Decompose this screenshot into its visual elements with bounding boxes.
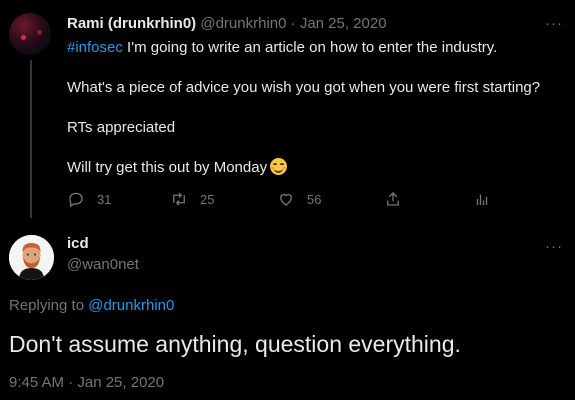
avatar-portrait-image — [9, 235, 54, 280]
avatar-detail — [37, 30, 42, 35]
like-button[interactable]: 56 — [277, 190, 321, 208]
tweet-line-2: What's a piece of advice you wish you go… — [67, 79, 541, 96]
tweet-line-3: RTs appreciated — [67, 119, 176, 136]
tweet-text-rest: I'm going to write an article on how to … — [122, 39, 498, 56]
share-button[interactable] — [384, 190, 402, 208]
analytics-icon — [476, 194, 488, 205]
replying-to-mention[interactable]: @drunkrhin0 — [88, 297, 174, 314]
reply-author-handle[interactable]: @wan0net — [67, 255, 139, 275]
reply-author-avatar[interactable] — [9, 235, 54, 280]
smiling-face-icon — [270, 158, 288, 175]
tweet-line-1: #infosec I'm going to write an article o… — [67, 38, 557, 58]
replying-to-prefix: Replying to — [9, 297, 89, 314]
retweet-count: 25 — [200, 191, 215, 207]
thread-connector-line — [30, 60, 32, 218]
heart-icon — [280, 193, 292, 206]
author-name[interactable]: Rami (drunkrhin0) — [67, 15, 196, 32]
retweet-icon — [173, 192, 185, 206]
reply-count: 31 — [97, 191, 112, 207]
reply-tweet[interactable]: icd @wan0net ··· Replying to @drunkrhin0… — [0, 222, 575, 400]
retweet-button[interactable]: 25 — [170, 190, 214, 208]
tweet-actions: 31 25 56 — [67, 190, 497, 210]
hashtag-link[interactable]: #infosec — [67, 39, 123, 56]
tweet-date[interactable]: Jan 25, 2020 — [300, 15, 387, 32]
dot-separator: · — [290, 15, 296, 32]
more-options-icon[interactable]: ··· — [545, 16, 563, 31]
tweet-header: Rami (drunkrhin0) @drunkrhin0 · Jan 25, … — [67, 14, 387, 34]
reply-button[interactable]: 31 — [67, 190, 111, 208]
tweet-body: #infosec I'm going to write an article o… — [67, 38, 557, 178]
share-icon — [387, 192, 399, 206]
author-avatar[interactable] — [9, 13, 51, 55]
reply-author-name[interactable]: icd — [67, 234, 89, 254]
like-count: 56 — [307, 191, 322, 207]
reply-text: Don't assume anything, question everythi… — [9, 331, 461, 357]
original-tweet[interactable]: Rami (drunkrhin0) @drunkrhin0 · Jan 25, … — [0, 0, 575, 222]
reply-icon — [69, 192, 83, 208]
reply-more-options-icon[interactable]: ··· — [545, 239, 563, 254]
tweet-line-4-text: Will try get this out by Monday — [67, 159, 268, 176]
tweet-line-4: Will try get this out by Monday — [67, 158, 557, 178]
replying-to-line: Replying to @drunkrhin0 — [9, 296, 174, 316]
author-handle[interactable]: @drunkrhin0 — [200, 15, 286, 32]
avatar-detail — [21, 35, 26, 40]
analytics-button[interactable] — [473, 190, 491, 208]
reply-timestamp[interactable]: 9:45 AM · Jan 25, 2020 — [9, 373, 164, 393]
